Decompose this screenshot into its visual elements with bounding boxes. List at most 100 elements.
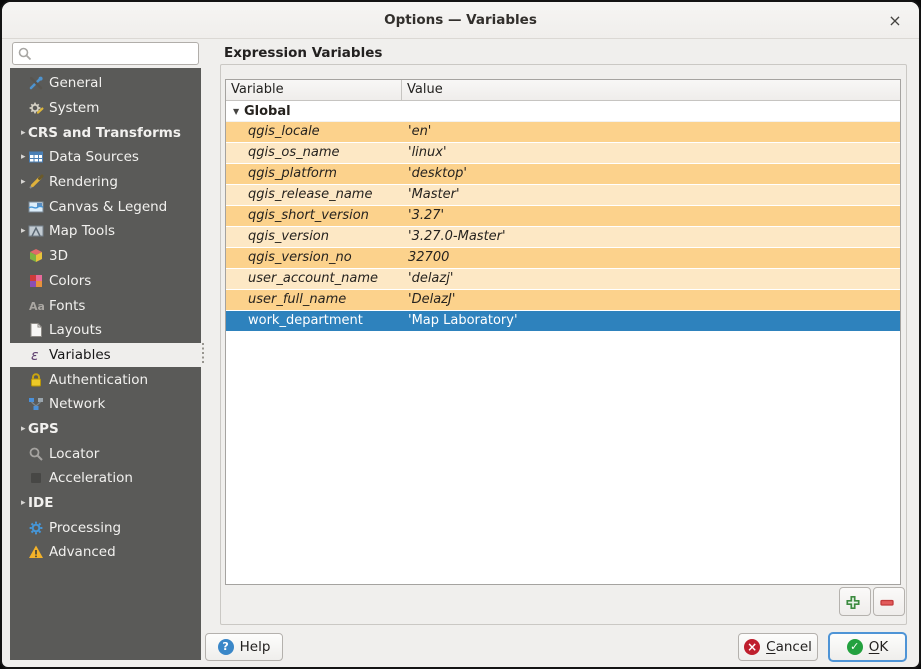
svg-text:Aa: Aa — [29, 300, 44, 313]
system-icon — [28, 100, 44, 116]
cancel-button-label: Cancel — [766, 639, 812, 655]
page-title: Expression Variables — [224, 45, 382, 61]
network-icon — [28, 396, 44, 412]
expand-arrow-icon[interactable]: ▸ — [10, 152, 28, 162]
sidebar-item-ide[interactable]: ▸IDE — [10, 491, 201, 516]
sidebar-item-canvas-legend[interactable]: Canvas & Legend — [10, 194, 201, 219]
sidebar-item-processing[interactable]: Processing — [10, 515, 201, 540]
sidebar-item-fonts[interactable]: Aa Fonts — [10, 293, 201, 318]
sidebar-item-general[interactable]: General — [10, 71, 201, 96]
help-button[interactable]: ? Help — [205, 633, 283, 661]
group-row-global[interactable]: ▼ Global — [226, 101, 900, 122]
expand-arrow-icon[interactable]: ▸ — [10, 424, 28, 434]
sidebar-item-variables[interactable]: εVariables — [10, 343, 201, 368]
sidebar-item-label: Rendering — [49, 174, 118, 190]
settings-search — [12, 42, 199, 65]
sidebar-item-gps[interactable]: ▸GPS — [10, 417, 201, 442]
sidebar-item-rendering[interactable]: ▸ Rendering — [10, 170, 201, 195]
table-row[interactable]: qgis_short_version'3.27' — [226, 206, 900, 227]
sidebar-item-authentication[interactable]: Authentication — [10, 367, 201, 392]
sidebar-item-label: General — [49, 75, 102, 91]
fonts-icon: Aa — [28, 298, 44, 314]
sidebar-item-label: Authentication — [49, 372, 148, 388]
ok-button-label: OK — [869, 639, 889, 655]
cube-3d-icon — [28, 248, 44, 264]
variable-cell: qgis_short_version — [226, 206, 403, 226]
colors-icon — [28, 273, 44, 289]
table-body: qgis_locale'en'qgis_os_name'linux'qgis_p… — [226, 122, 900, 332]
sidebar-item-label: Colors — [49, 273, 91, 289]
value-cell: 'linux' — [403, 143, 900, 163]
table-row[interactable]: user_account_name'delazj' — [226, 269, 900, 290]
table-header: Variable Value — [226, 80, 900, 101]
sidebar-item-network[interactable]: Network — [10, 392, 201, 417]
sidebar-item-label: Data Sources — [49, 149, 139, 165]
sidebar-item-label: CRS and Transforms — [28, 125, 181, 141]
value-cell: 'DelazJ' — [403, 290, 900, 310]
column-header-value[interactable]: Value — [402, 80, 900, 100]
sidebar-item-label: GPS — [28, 421, 59, 437]
variable-cell: qgis_locale — [226, 122, 403, 142]
sidebar: GeneralSystem▸CRS and Transforms▸Data So… — [10, 68, 201, 660]
variable-cell: user_full_name — [226, 290, 403, 310]
collapse-arrow-icon[interactable]: ▼ — [226, 107, 238, 116]
table-row[interactable]: qgis_os_name'linux' — [226, 143, 900, 164]
table-row[interactable]: qgis_release_name'Master' — [226, 185, 900, 206]
options-dialog: Options — Variables × GeneralSystem▸CRS … — [0, 0, 921, 669]
variable-cell: qgis_version_no — [226, 248, 403, 268]
expand-arrow-icon[interactable]: ▸ — [10, 128, 28, 138]
sidebar-item-label: IDE — [28, 495, 53, 511]
sidebar-item-label: Advanced — [49, 544, 116, 560]
splitter-handle[interactable] — [202, 343, 204, 363]
processing-icon — [28, 520, 44, 536]
titlebar[interactable]: Options — Variables × — [2, 2, 919, 39]
value-cell: 'Master' — [403, 185, 900, 205]
value-cell: 32700 — [403, 248, 900, 268]
sidebar-item-advanced[interactable]: Advanced — [10, 540, 201, 565]
table-row[interactable]: work_department'Map Laboratory' — [226, 311, 900, 332]
sidebar-item-data-sources[interactable]: ▸ Data Sources — [10, 145, 201, 170]
sidebar-item-acceleration[interactable]: Acceleration — [10, 466, 201, 491]
value-cell: 'Map Laboratory' — [403, 311, 900, 331]
table-row[interactable]: qgis_locale'en' — [226, 122, 900, 143]
value-cell: '3.27.0-Master' — [403, 227, 900, 247]
close-icon[interactable]: × — [884, 10, 906, 32]
remove-variable-button[interactable] — [873, 587, 905, 616]
expand-arrow-icon[interactable]: ▸ — [10, 226, 28, 236]
expand-arrow-icon[interactable]: ▸ — [10, 177, 28, 187]
expand-arrow-icon[interactable]: ▸ — [10, 498, 28, 508]
sidebar-item-system[interactable]: System — [10, 96, 201, 121]
sidebar-item-map-tools[interactable]: ▸Map Tools — [10, 219, 201, 244]
variable-cell: user_account_name — [226, 269, 403, 289]
sidebar-item-locator[interactable]: Locator — [10, 441, 201, 466]
sidebar-item-layouts[interactable]: Layouts — [10, 318, 201, 343]
locator-icon — [28, 446, 44, 462]
advanced-icon — [28, 544, 44, 560]
variable-cell: work_department — [226, 311, 403, 331]
sidebar-item-label: Network — [49, 396, 105, 412]
table-row[interactable]: user_full_name'DelazJ' — [226, 290, 900, 311]
add-variable-button[interactable] — [839, 587, 871, 616]
general-icon — [28, 75, 44, 91]
ok-button[interactable]: ✓ OK — [828, 632, 907, 662]
authentication-icon — [28, 372, 44, 388]
cancel-button[interactable]: × Cancel — [738, 633, 818, 661]
sidebar-item-label: Processing — [49, 520, 121, 536]
table-row[interactable]: qgis_version_no32700 — [226, 248, 900, 269]
sidebar-item-label: Fonts — [49, 298, 85, 314]
variable-cell: qgis_os_name — [226, 143, 403, 163]
table-row[interactable]: qgis_platform'desktop' — [226, 164, 900, 185]
variable-cell: qgis_version — [226, 227, 403, 247]
value-cell: 'delazj' — [403, 269, 900, 289]
rendering-icon — [28, 174, 44, 190]
sidebar-item-3d[interactable]: 3D — [10, 244, 201, 269]
variable-cell: qgis_release_name — [226, 185, 403, 205]
search-input[interactable] — [12, 42, 199, 65]
sidebar-item-colors[interactable]: Colors — [10, 269, 201, 294]
sidebar-item-label: Layouts — [49, 322, 102, 338]
table-row[interactable]: qgis_version'3.27.0-Master' — [226, 227, 900, 248]
column-header-variable[interactable]: Variable — [226, 80, 402, 100]
variable-cell: qgis_platform — [226, 164, 403, 184]
sidebar-item-label: System — [49, 100, 99, 116]
sidebar-item-crs-and-transforms[interactable]: ▸CRS and Transforms — [10, 120, 201, 145]
